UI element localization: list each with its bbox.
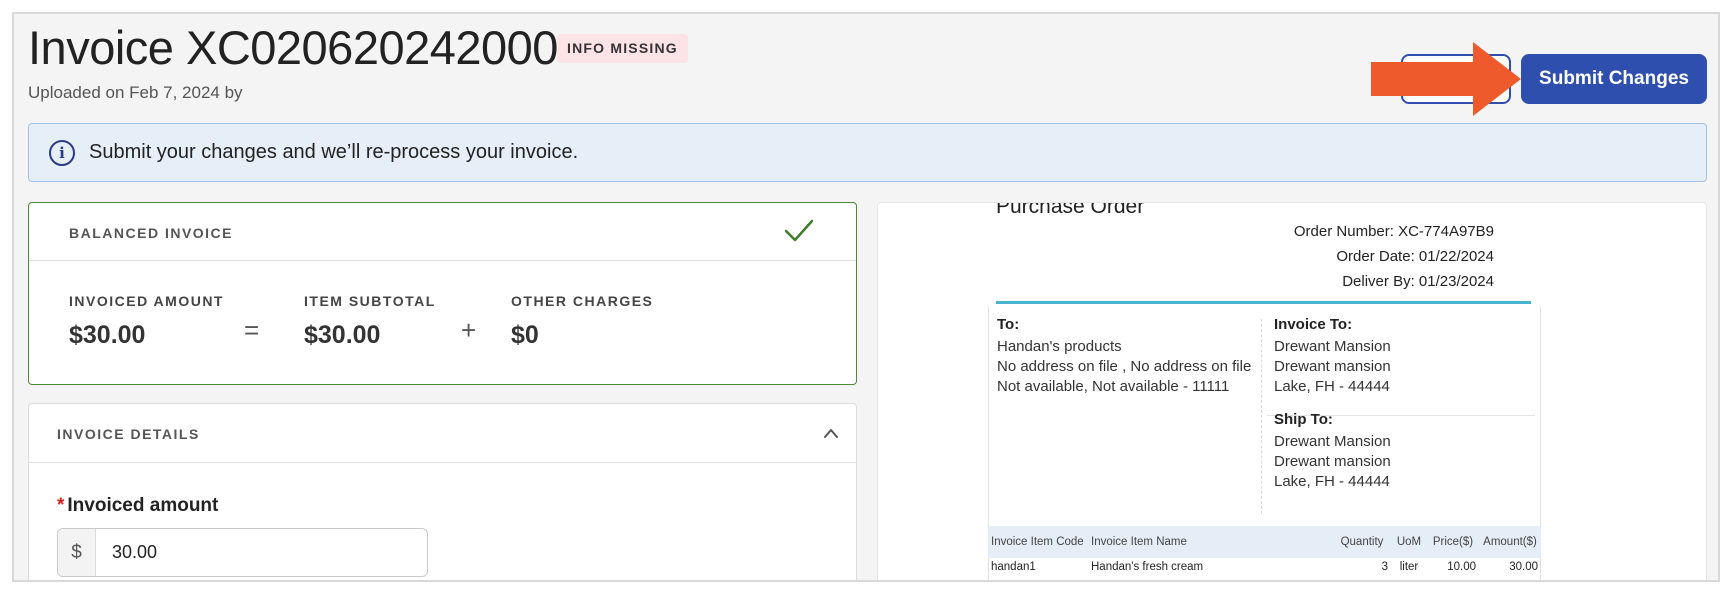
order-date-value: 01/22/2024 xyxy=(1418,248,1494,265)
deliver-by-value: 01/23/2024 xyxy=(1418,273,1494,290)
order-number-row: Order Number: XC-774A97B9 xyxy=(1294,223,1494,240)
banner-text: Submit your changes and we’ll re-process… xyxy=(89,141,579,163)
invoice-to-line: Drewant mansion xyxy=(1274,358,1391,375)
item-subtotal-metric: ITEM SUBTOTAL $30.00 xyxy=(304,293,436,350)
other-charges-label: OTHER CHARGES xyxy=(511,293,654,309)
status-badge: INFO MISSING xyxy=(557,34,688,63)
page-title: Invoice XC020620242000 xyxy=(28,21,558,74)
invoice-to-address: Invoice To: Drewant Mansion Drewant mans… xyxy=(1274,315,1391,397)
ship-to-line: Lake, FH - 44444 xyxy=(1274,473,1390,490)
ship-to-line: Drewant Mansion xyxy=(1274,433,1391,450)
upload-info: Uploaded on Feb 7, 2024 by xyxy=(28,83,243,102)
required-marker: * xyxy=(57,495,65,516)
info-banner: i Submit your changes and we’ll re-proce… xyxy=(28,123,1707,182)
order-date-label: Order Date: xyxy=(1336,248,1415,265)
item-subtotal-label: ITEM SUBTOTAL xyxy=(304,293,436,309)
balanced-card-title: BALANCED INVOICE xyxy=(69,225,234,241)
chevron-up-icon[interactable] xyxy=(823,426,839,440)
items-table: Invoice Item Code Invoice Item Name Quan… xyxy=(988,526,1541,576)
invoiced-amount-field-label: * Invoiced amount xyxy=(57,495,218,517)
ship-to-line: Drewant mansion xyxy=(1274,453,1391,470)
equals-sign: = xyxy=(244,315,260,345)
column-header: Invoice Item Code xyxy=(988,526,1088,558)
table-cell: 30.00 xyxy=(1509,561,1538,573)
to-heading: To: xyxy=(997,316,1020,333)
currency-prefix: $ xyxy=(58,529,96,576)
column-header: Quantity xyxy=(1333,526,1391,558)
table-header-row: Invoice Item Code Invoice Item Name Quan… xyxy=(988,526,1541,558)
to-line: Not available, Not available - 11111 xyxy=(997,378,1230,395)
table-cell: 3 xyxy=(1381,561,1388,573)
invoiced-amount-metric: INVOICED AMOUNT $30.00 xyxy=(69,293,224,350)
invoice-details-card: INVOICE DETAILS * Invoiced amount $ xyxy=(28,403,857,580)
column-header: Amount($) xyxy=(1479,526,1541,558)
deliver-by-label: Deliver By: xyxy=(1342,273,1415,290)
column-header: Price($) xyxy=(1427,526,1479,558)
invoiced-amount-input-group: $ xyxy=(57,528,428,577)
column-header: Invoice Item Name xyxy=(1088,526,1333,558)
item-subtotal-value: $30.00 xyxy=(304,321,381,349)
invoiced-amount-input[interactable] xyxy=(96,529,426,576)
balanced-invoice-card: BALANCED INVOICE INVOICED AMOUNT $30.00 … xyxy=(28,202,857,385)
invoiced-amount-field-text: Invoiced amount xyxy=(67,495,219,516)
to-address: To: Handan's products No address on file… xyxy=(997,315,1251,397)
table-cell: 10.00 xyxy=(1447,561,1476,573)
invoice-to-heading: Invoice To: xyxy=(1274,316,1353,333)
table-row: handan1 Handan's fresh cream 3 liter 10.… xyxy=(988,558,1541,576)
invoice-details-header[interactable]: INVOICE DETAILS xyxy=(29,404,856,463)
invoiced-amount-label: INVOICED AMOUNT xyxy=(69,293,224,309)
deliver-by-row: Deliver By: 01/23/2024 xyxy=(1342,273,1494,290)
balanced-card-header: BALANCED INVOICE xyxy=(29,203,856,261)
table-cell: liter xyxy=(1399,561,1419,573)
arrow-annotation-icon xyxy=(1371,42,1521,116)
invoice-details-title: INVOICE DETAILS xyxy=(57,426,200,442)
info-icon: i xyxy=(49,139,75,166)
ship-to-address: Ship To: Drewant Mansion Drewant mansion… xyxy=(1274,410,1391,492)
submit-changes-button[interactable]: Submit Changes xyxy=(1521,54,1707,104)
order-number-value: XC-774A97B9 xyxy=(1398,223,1494,240)
table-cell: handan1 xyxy=(991,561,1036,573)
column-header: UoM xyxy=(1391,526,1427,558)
other-charges-metric: OTHER CHARGES $0 xyxy=(511,293,653,350)
invoice-to-line: Drewant Mansion xyxy=(1274,338,1391,355)
invoice-to-line: Lake, FH - 44444 xyxy=(1274,378,1390,395)
ship-to-heading: Ship To: xyxy=(1274,411,1333,428)
to-line: No address on file , No address on file xyxy=(997,358,1252,375)
other-charges-value: $0 xyxy=(511,321,539,349)
document-preview-panel[interactable]: Purchase Order Order Number: XC-774A97B9… xyxy=(877,202,1707,580)
to-line: Handan's products xyxy=(997,338,1122,355)
checkmark-icon xyxy=(784,219,814,242)
po-title: Purchase Order xyxy=(996,202,1145,218)
invoice-page: Invoice XC020620242000 INFO MISSING Uplo… xyxy=(12,12,1720,582)
purchase-order-document: Purchase Order Order Number: XC-774A97B9… xyxy=(966,202,1541,580)
invoiced-amount-value: $30.00 xyxy=(69,321,146,349)
plus-sign: + xyxy=(461,315,477,345)
order-date-row: Order Date: 01/22/2024 xyxy=(1336,248,1494,265)
table-cell: Handan's fresh cream xyxy=(1091,561,1204,573)
address-divider xyxy=(1261,319,1262,514)
po-divider xyxy=(996,301,1531,304)
order-number-label: Order Number: xyxy=(1293,223,1394,240)
